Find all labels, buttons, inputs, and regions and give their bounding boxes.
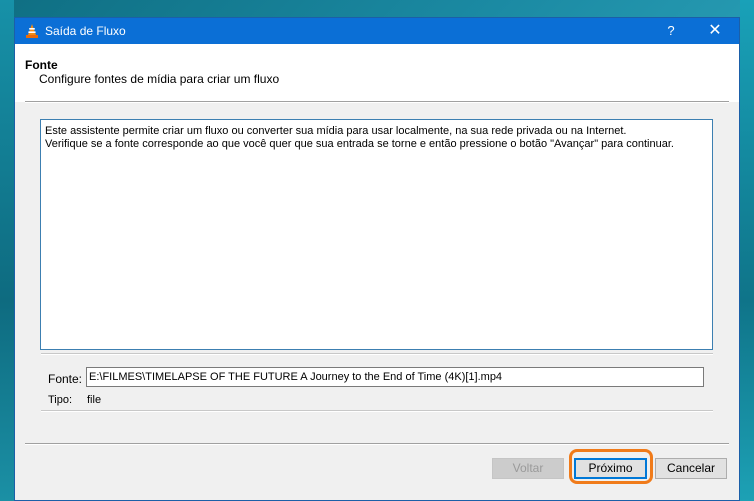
close-icon: ✕ bbox=[708, 22, 722, 39]
cancel-button[interactable]: Cancelar bbox=[655, 458, 727, 479]
source-label: Fonte: bbox=[48, 372, 83, 386]
help-icon: ? bbox=[667, 23, 675, 38]
wizard-header: Fonte Configure fontes de mídia para cri… bbox=[15, 44, 739, 102]
title-bar[interactable]: Saída de Fluxo ? ✕ bbox=[15, 18, 739, 44]
back-button[interactable]: Voltar bbox=[492, 458, 564, 479]
source-top-divider bbox=[41, 353, 713, 355]
vlc-cone-icon bbox=[26, 24, 38, 38]
type-value: file bbox=[87, 394, 102, 406]
header-divider bbox=[25, 101, 729, 103]
window-title: Saída de Fluxo bbox=[45, 24, 126, 38]
next-button[interactable]: Próximo bbox=[574, 458, 647, 479]
help-button[interactable]: ? bbox=[649, 18, 693, 44]
desktop-background-right bbox=[740, 0, 754, 501]
close-button[interactable]: ✕ bbox=[693, 18, 737, 44]
page-title: Fonte bbox=[25, 58, 58, 72]
info-text-box[interactable]: Este assistente permite criar um fluxo o… bbox=[40, 119, 713, 350]
footer-divider bbox=[25, 443, 729, 445]
page-subtitle: Configure fontes de mídia para criar um … bbox=[39, 72, 280, 86]
desktop-background-left bbox=[0, 0, 14, 501]
source-field[interactable]: E:\FILMES\TIMELAPSE OF THE FUTURE A Jour… bbox=[86, 367, 704, 387]
type-label: Tipo: bbox=[48, 394, 73, 406]
source-bottom-divider bbox=[41, 410, 713, 412]
info-line-2: Verifique se a fonte corresponde ao que … bbox=[45, 138, 674, 150]
info-line-1: Este assistente permite criar um fluxo o… bbox=[45, 125, 627, 137]
stream-output-dialog: Saída de Fluxo ? ✕ Fonte Configure fonte… bbox=[14, 17, 740, 501]
